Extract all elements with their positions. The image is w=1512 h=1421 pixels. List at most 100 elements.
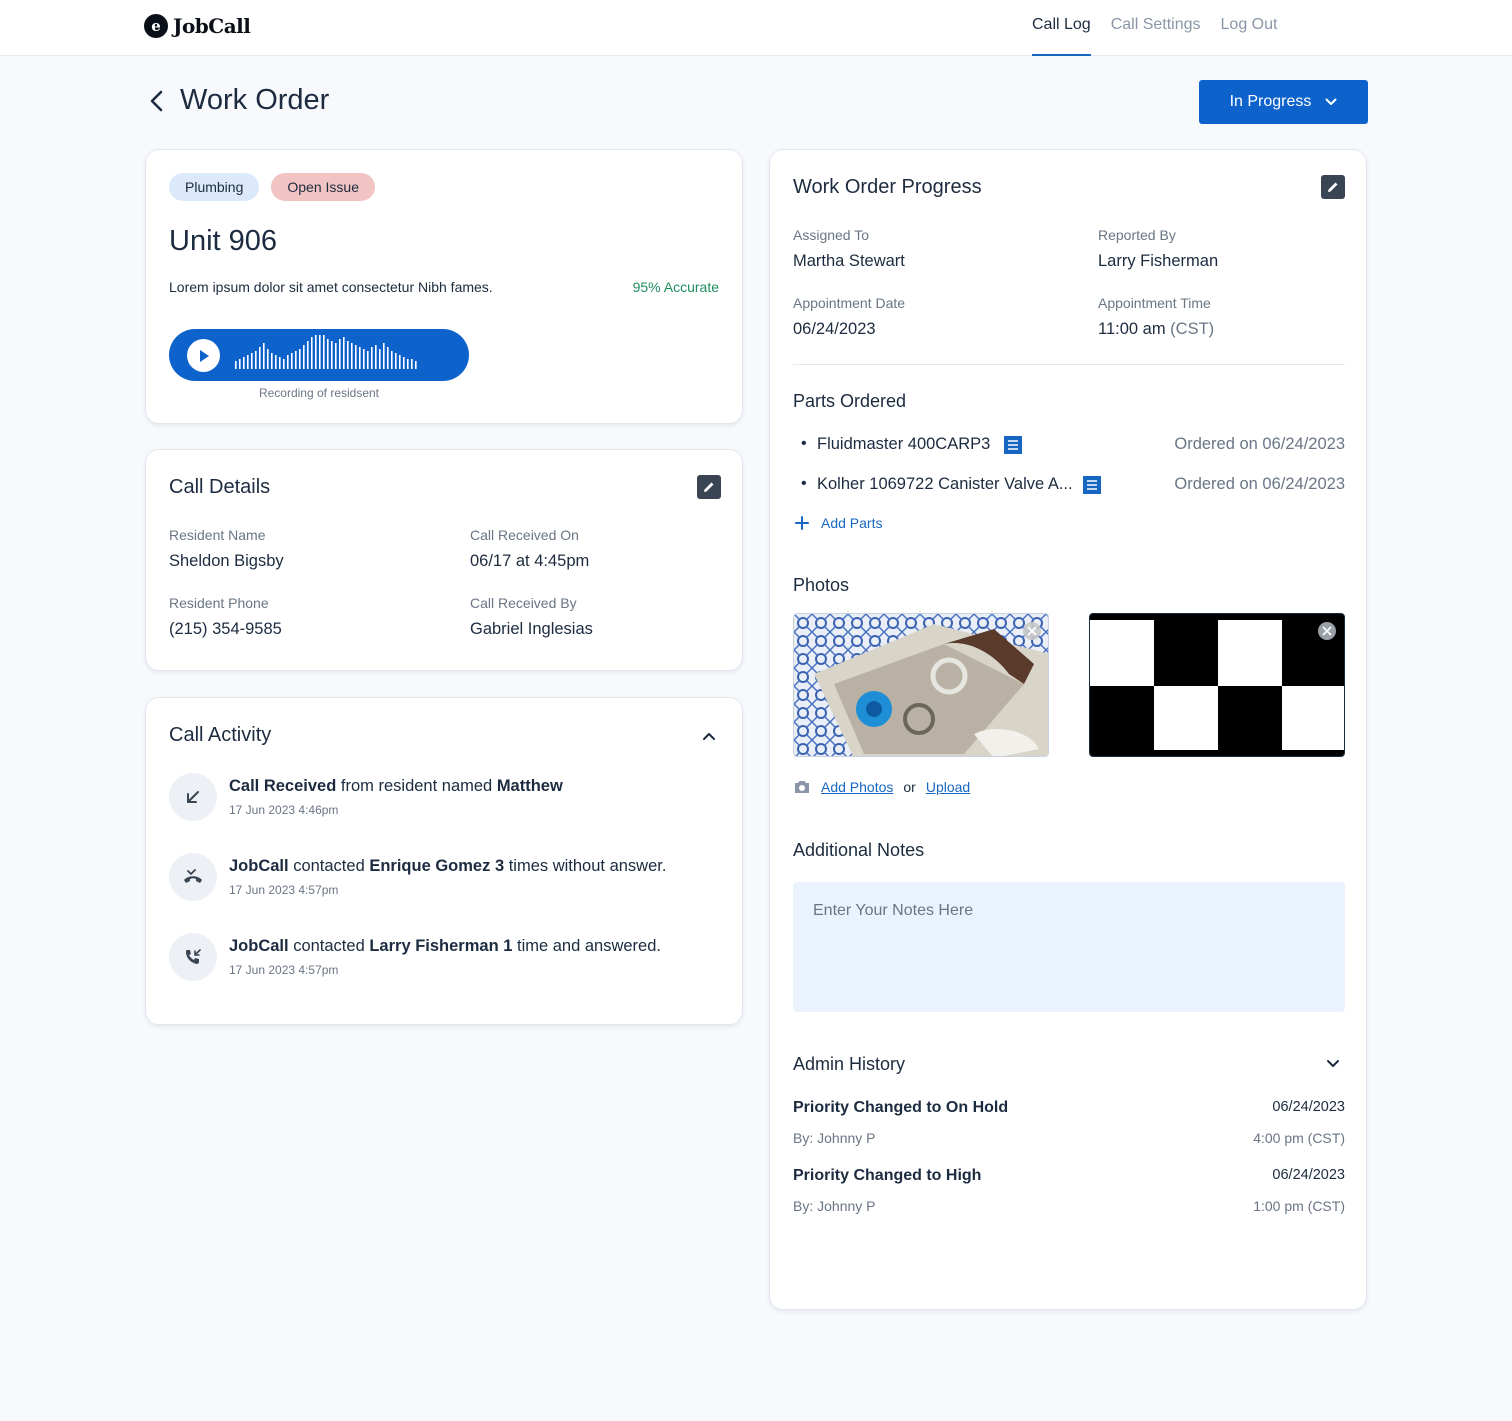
waveform-bar (347, 341, 349, 369)
waveform-bar (287, 355, 289, 369)
history-date: 06/24/2023 (1272, 1167, 1345, 1183)
assigned-to-value: Martha Stewart (793, 252, 905, 270)
edit-progress-button[interactable] (1321, 175, 1345, 199)
waveform-bar (415, 361, 417, 369)
reported-by-value: Larry Fisherman (1098, 252, 1219, 270)
activity-time: 17 Jun 2023 4:57pm (229, 883, 339, 897)
history-by: By: Johnny P (793, 1198, 876, 1214)
waveform-bar (255, 351, 257, 369)
receipt-icon[interactable] (1003, 435, 1023, 460)
waveform-bar (315, 335, 317, 369)
part-item: • Fluidmaster 400CARP3 Ordered on 06/24/… (793, 435, 1345, 457)
chevron-down-icon (1327, 1060, 1339, 1067)
back-button[interactable] (144, 86, 170, 116)
waveform-bar (403, 357, 405, 369)
receipt-icon[interactable] (1082, 475, 1102, 500)
nav-item-log-out[interactable]: Log Out (1221, 0, 1278, 56)
summary-card: Plumbing Open Issue Unit 906 Lorem ipsum… (145, 149, 743, 424)
history-item: Priority Changed to On Hold 06/24/2023 B… (793, 1099, 1345, 1149)
history-time: 4:00 pm (CST) (1253, 1130, 1345, 1146)
part-ordered-date: Ordered on 06/24/2023 (1174, 435, 1345, 453)
history-by: By: Johnny P (793, 1130, 876, 1146)
waveform-bar (395, 353, 397, 369)
main-nav: Call Log Call Settings Log Out (1032, 0, 1277, 56)
call-received-on-label: Call Received On (470, 527, 579, 543)
plus-icon (795, 516, 809, 530)
call-details-card: Call Details Resident Name Sheldon Bigsb… (145, 449, 743, 671)
waveform-bar (235, 361, 237, 369)
reported-by-label: Reported By (1098, 227, 1176, 243)
call-details-title: Call Details (169, 476, 271, 498)
photo-actions: Add Photos or Upload (793, 779, 970, 795)
waveform-bar (375, 345, 377, 369)
add-parts-button[interactable]: Add Parts (793, 514, 882, 532)
activity-text: Call Received from resident named Matthe… (229, 777, 563, 795)
photo-thumbnail[interactable] (793, 613, 1049, 757)
waveform-bar (271, 353, 273, 369)
waveform-bar (267, 349, 269, 369)
notes-input[interactable] (793, 882, 1345, 1012)
chevron-left-icon (150, 90, 163, 112)
history-time: 1:00 pm (CST) (1253, 1198, 1345, 1214)
waveform-bar (319, 335, 321, 369)
unit-title: Unit 906 (169, 225, 278, 257)
part-name: Kolher 1069722 Canister Valve A... (817, 475, 1073, 493)
recording-caption: Recording of residsent (258, 386, 380, 400)
waveform-bar (303, 345, 305, 369)
waveform-bar (295, 351, 297, 369)
camera-icon (795, 781, 809, 793)
waveform-bar (351, 343, 353, 369)
history-date: 06/24/2023 (1272, 1099, 1345, 1115)
resident-name-label: Resident Name (169, 527, 266, 543)
additional-notes-title: Additional Notes (793, 840, 925, 860)
nav-item-call-settings[interactable]: Call Settings (1111, 0, 1201, 56)
waveform-bar (259, 347, 261, 369)
work-order-progress-card: Work Order Progress Assigned To Martha S… (769, 149, 1367, 1310)
waveform-bar (311, 337, 313, 369)
placeholder-photo (1090, 614, 1344, 756)
waveform-bar (335, 343, 337, 369)
edit-call-details-button[interactable] (697, 475, 721, 499)
waveform-bar (331, 341, 333, 369)
collapse-toggle[interactable] (699, 726, 719, 746)
audio-player[interactable] (169, 329, 469, 381)
activity-text: JobCall contacted Enrique Gomez 3 times … (229, 857, 667, 875)
waveform-bar (379, 349, 381, 369)
waveform-bar (243, 357, 245, 369)
play-icon (199, 349, 209, 362)
admin-history-title: Admin History (793, 1054, 906, 1074)
activity-time: 17 Jun 2023 4:46pm (229, 803, 339, 817)
chevron-up-icon (703, 733, 715, 740)
assigned-to-label: Assigned To (793, 227, 870, 243)
play-button[interactable] (187, 339, 220, 372)
nav-item-call-log[interactable]: Call Log (1032, 0, 1091, 56)
waveform-bar (339, 339, 341, 369)
waveform-bar (407, 359, 409, 369)
waveform-bar (355, 345, 357, 369)
parts-title: Parts Ordered (793, 391, 907, 411)
chevron-down-icon (1325, 98, 1337, 105)
activity-text: JobCall contacted Larry Fisherman 1 time… (229, 937, 661, 955)
waveform-bar (323, 335, 325, 369)
waveform-bar (239, 359, 241, 369)
progress-title: Work Order Progress (793, 176, 982, 198)
logo[interactable]: e JobCall (144, 14, 251, 38)
waveform-bar (299, 349, 301, 369)
call-received-by-value: Gabriel Inglesias (470, 620, 593, 638)
waveform-bar (263, 343, 265, 369)
pencil-icon (704, 482, 714, 492)
upload-link[interactable]: Upload (926, 779, 970, 795)
part-item: • Kolher 1069722 Canister Valve A... Ord… (793, 475, 1345, 497)
history-title: Priority Changed to On Hold (793, 1099, 1009, 1116)
photo-thumbnail[interactable] (1089, 613, 1345, 757)
appointment-date-value: 06/24/2023 (793, 320, 876, 338)
waveform-bar (283, 359, 285, 369)
incoming-arrow-icon (169, 773, 217, 821)
admin-history-toggle[interactable] (1323, 1053, 1343, 1073)
history-item: Priority Changed to High 06/24/2023 By: … (793, 1167, 1345, 1217)
part-name: Fluidmaster 400CARP3 (817, 435, 991, 453)
waveform-bar (371, 347, 373, 369)
status-dropdown[interactable]: In Progress (1199, 80, 1368, 124)
add-photos-link[interactable]: Add Photos (821, 779, 893, 795)
top-bar: e JobCall Call Log Call Settings Log Out (0, 0, 1512, 56)
